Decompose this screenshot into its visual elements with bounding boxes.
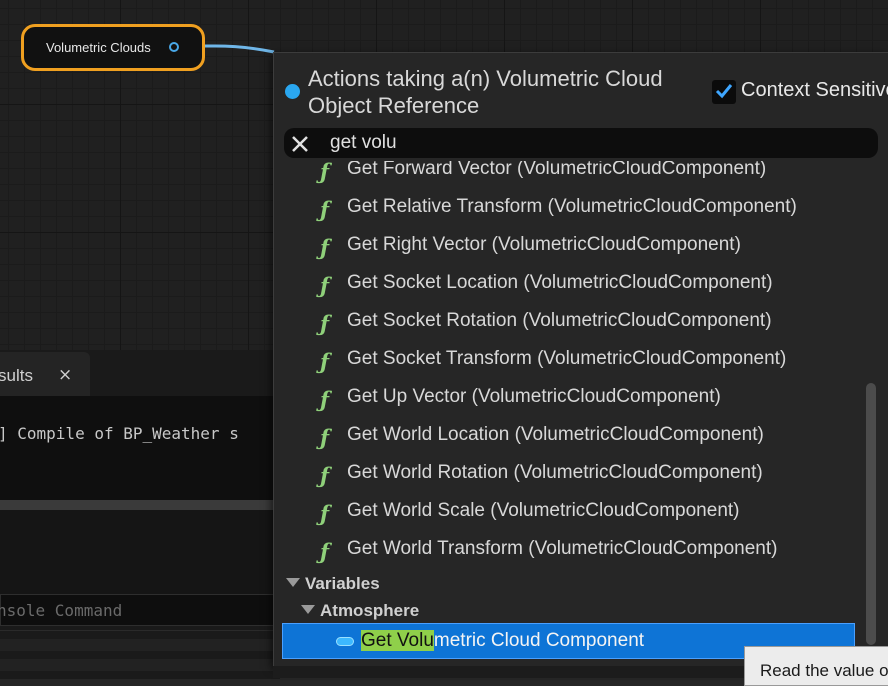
compiler-results-tab[interactable]: sults ×: [0, 352, 90, 396]
collapse-arrow-icon: [301, 605, 315, 615]
function-icon: ƒ: [320, 539, 330, 564]
function-item[interactable]: ƒ Get Socket Transform (VolumetricCloudCo…: [274, 341, 854, 379]
variable-pill-icon: [336, 637, 354, 646]
function-label: Get Relative Transform (VolumetricCloudC…: [347, 196, 797, 217]
tooltip: Read the value o: [744, 646, 888, 686]
output-pin-icon[interactable]: [169, 42, 179, 52]
function-item[interactable]: ƒ Get Up Vector (VolumetricCloudComponent…: [274, 379, 854, 417]
category-label: Variables: [305, 574, 380, 593]
collapse-arrow-icon: [286, 578, 300, 588]
function-label: Get Forward Vector (VolumetricCloudCompo…: [347, 161, 767, 179]
node-label: Volumetric Clouds: [46, 40, 151, 55]
search-input[interactable]: [330, 128, 830, 158]
search-box: [284, 128, 878, 158]
divider: [0, 659, 280, 671]
function-icon: ƒ: [320, 463, 330, 488]
search-match-highlight: Get Volu: [361, 630, 434, 651]
function-label: Get Socket Transform (VolumetricCloudCom…: [347, 348, 787, 369]
function-icon: ƒ: [320, 349, 330, 374]
function-item[interactable]: ƒ Get Relative Transform (VolumetricCloud…: [274, 189, 854, 227]
checkmark-icon: [715, 84, 733, 99]
function-label: Get World Rotation (VolumetricCloudCompo…: [347, 462, 763, 483]
tooltip-text: Read the value o: [760, 661, 888, 680]
console-area: [0, 510, 280, 594]
function-label: Get Up Vector (VolumetricCloudComponent): [347, 386, 721, 407]
divider: [0, 639, 280, 651]
bottom-strip: [0, 630, 280, 679]
close-tab-icon[interactable]: ×: [58, 365, 72, 385]
console-command-input[interactable]: nsole Command: [0, 594, 278, 626]
function-icon: ƒ: [320, 273, 330, 298]
context-sensitive-label[interactable]: Context Sensitive: [741, 79, 888, 102]
object-reference-icon: [285, 84, 300, 99]
function-icon: ƒ: [320, 235, 330, 260]
clear-search-icon[interactable]: [290, 134, 310, 154]
function-label: Get World Location (VolumetricCloudCompo…: [347, 424, 764, 445]
function-icon: ƒ: [320, 387, 330, 412]
results-tab-label: sults: [0, 366, 33, 385]
log-line: ] Compile of BP_Weather s: [0, 424, 239, 443]
function-icon: ƒ: [320, 161, 330, 184]
function-item[interactable]: ƒ Get Right Vector (VolumetricCloudCompon…: [274, 227, 854, 265]
function-icon: ƒ: [320, 311, 330, 336]
action-list: ƒ Get Forward Vector (VolumetricCloudComp…: [274, 161, 864, 667]
scrollbar-thumb[interactable]: [866, 383, 876, 645]
compiler-results-panel: sults × ] Compile of BP_Weather s nsole …: [0, 350, 280, 679]
selected-item-label: Get Volumetric Cloud Component: [361, 630, 644, 652]
menu-title: Actions taking a(n) Volumetric Cloud Obj…: [308, 66, 663, 118]
function-item[interactable]: ƒ Get World Transform (VolumetricCloudCom…: [274, 531, 854, 569]
context-sensitive-checkbox[interactable]: [712, 80, 736, 104]
function-label: Get World Transform (VolumetricCloudComp…: [347, 538, 778, 559]
selected-item-rest: metric Cloud Component: [433, 630, 645, 651]
function-item[interactable]: ƒ Get Socket Rotation (VolumetricCloudCom…: [274, 303, 854, 341]
console-placeholder: nsole Command: [0, 601, 123, 620]
function-item[interactable]: ƒ Get World Location (VolumetricCloudComp…: [274, 417, 854, 455]
volumetric-clouds-node[interactable]: Volumetric Clouds: [21, 24, 205, 71]
action-menu: Actions taking a(n) Volumetric Cloud Obj…: [273, 52, 888, 667]
function-label: Get Right Vector (VolumetricCloudCompone…: [347, 234, 741, 255]
function-item[interactable]: ƒ Get World Scale (VolumetricCloudCompone…: [274, 493, 854, 531]
function-item[interactable]: ƒ Get Forward Vector (VolumetricCloudComp…: [274, 161, 854, 189]
function-icon: ƒ: [320, 197, 330, 222]
function-icon: ƒ: [320, 501, 330, 526]
category-label: Atmosphere: [320, 601, 420, 620]
function-icon: ƒ: [320, 425, 330, 450]
category-variables[interactable]: Variables: [286, 574, 380, 600]
function-label: Get World Scale (VolumetricCloudComponen…: [347, 500, 740, 521]
results-log: ] Compile of BP_Weather s: [0, 396, 280, 500]
function-label: Get Socket Rotation (VolumetricCloudComp…: [347, 310, 772, 331]
status-strip: [273, 666, 744, 678]
function-item[interactable]: ƒ Get World Rotation (VolumetricCloudComp…: [274, 455, 854, 493]
horizontal-scrollbar[interactable]: [0, 500, 280, 510]
function-label: Get Socket Location (VolumetricCloudComp…: [347, 272, 773, 293]
function-item[interactable]: ƒ Get Socket Location (VolumetricCloudCom…: [274, 265, 854, 303]
